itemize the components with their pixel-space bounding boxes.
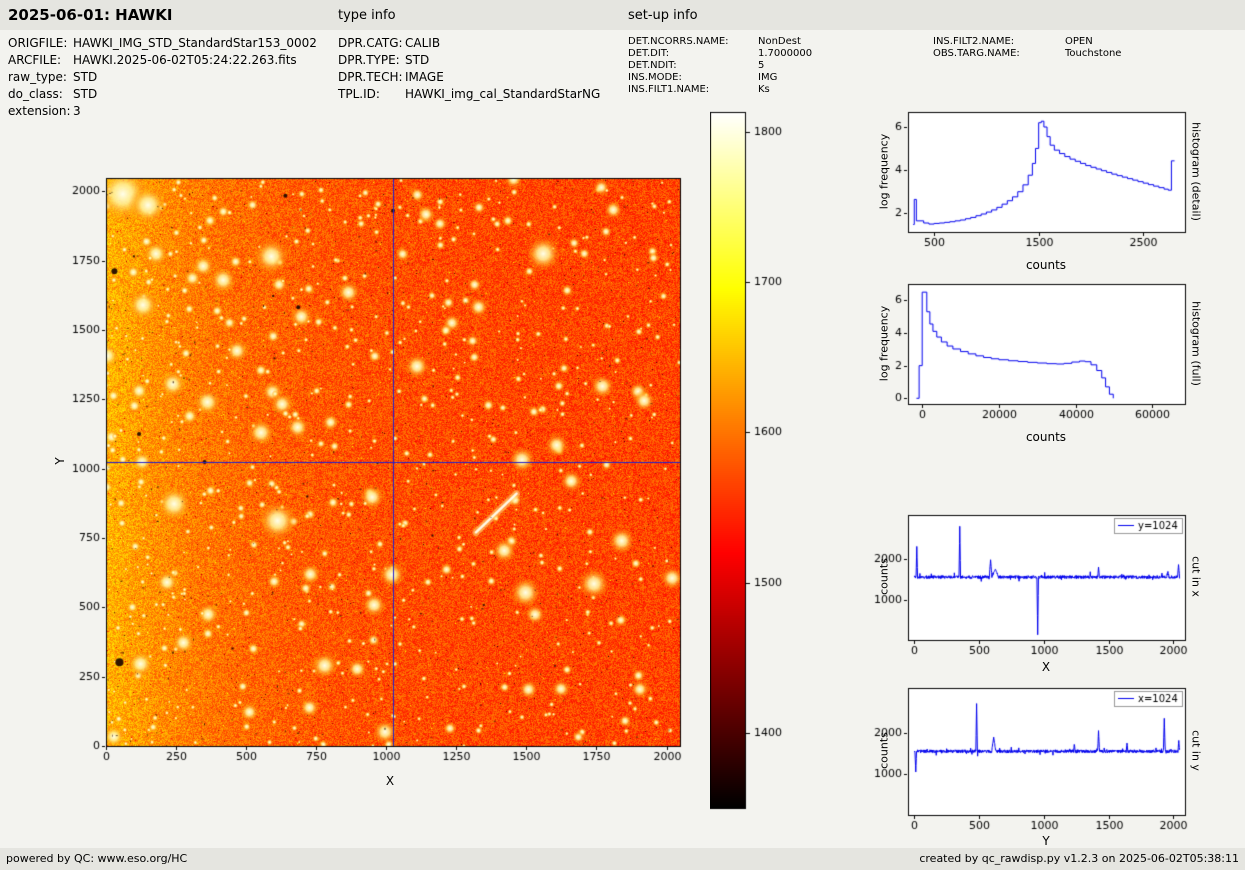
info-label: INS.FILT1.NAME: [628,84,758,96]
info-row: TPL.ID:HAWKI_img_cal_StandardStarNG [338,86,600,103]
info-row: DPR.TYPE:STD [338,52,600,69]
info-value: STD [73,87,97,101]
cut-x-right-label: cut in x [1190,537,1203,617]
cut-x-ylabel: counts [878,537,891,617]
info-row: DET.NDIT:5 [628,60,812,72]
info-value: 1.7000000 [758,48,812,59]
info-label: ORIGFILE: [8,35,73,52]
hist-detail-xlabel: counts [1006,258,1086,272]
type-info-heading: type info [338,8,396,23]
info-row: DPR.TECH:IMAGE [338,69,600,86]
header-bar: 2025-06-01: HAWKI type info set-up info [0,0,1245,30]
info-row: INS.FILT2.NAME:OPEN [933,36,1121,48]
info-value: 5 [758,60,764,71]
qc-report-page: 2025-06-01: HAWKI type info set-up info … [0,0,1245,870]
info-value: 3 [73,104,81,118]
cut-y-xlabel: Y [1016,834,1076,848]
info-value: HAWKI.2025-06-02T05:24:22.263.fits [73,53,297,67]
info-label: raw_type: [8,69,73,86]
hist-detail-ylabel: log frequency [878,122,891,222]
info-label: INS.MODE: [628,72,758,84]
info-label: DET.DIT: [628,48,758,60]
info-label: DET.NDIT: [628,60,758,72]
footer-bar: powered by QC: www.eso.org/HC created by… [0,848,1245,870]
info-value: NonDest [758,36,801,47]
colorbar-canvas [710,104,800,816]
footer-left-text: powered by QC: www.eso.org/HC [6,852,187,865]
info-value: OPEN [1065,36,1093,47]
info-value: STD [73,70,97,84]
info-value: Touchstone [1065,48,1121,59]
info-value: Ks [758,84,770,95]
cut-in-y-canvas [860,680,1205,850]
footer-right-text: created by qc_rawdisp.py v1.2.3 on 2025-… [919,852,1239,865]
info-label: INS.FILT2.NAME: [933,36,1065,48]
info-value: IMAGE [405,70,444,84]
info-value: HAWKI_img_cal_StandardStarNG [405,87,600,101]
info-row: INS.MODE:IMG [628,72,812,84]
page-title: 2025-06-01: HAWKI [8,6,172,24]
info-row: DET.DIT:1.7000000 [628,48,812,60]
type-info-block: DPR.CATG:CALIB DPR.TYPE:STD DPR.TECH:IMA… [338,35,600,103]
info-label: extension: [8,103,73,120]
info-label: DPR.TECH: [338,69,405,86]
raw-image-canvas [60,168,700,768]
cut-y-ylabel: counts [878,711,891,791]
cut-in-x-canvas [860,507,1205,675]
info-row: ARCFILE:HAWKI.2025-06-02T05:24:22.263.fi… [8,52,317,69]
cut-y-right-label: cut in y [1190,711,1203,791]
hist-detail-right-label: histogram (detail) [1190,117,1203,227]
hist-full-ylabel: log frequency [878,294,891,394]
info-row: DPR.CATG:CALIB [338,35,600,52]
hist-full-right-label: histogram (full) [1190,291,1203,397]
info-label: DET.NCORRS.NAME: [628,36,758,48]
info-row: DET.NCORRS.NAME:NonDest [628,36,812,48]
setup-info-col1: DET.NCORRS.NAME:NonDest DET.DIT:1.700000… [628,36,812,96]
info-row: do_class:STD [8,86,317,103]
setup-info-col2: INS.FILT2.NAME:OPEN OBS.TARG.NAME:Touchs… [933,36,1121,60]
main-xaxis-label: X [360,774,420,788]
histogram-detail-canvas [860,104,1205,264]
hist-full-xlabel: counts [1006,430,1086,444]
info-row: ORIGFILE:HAWKI_IMG_STD_StandardStar153_0… [8,35,317,52]
file-info-block: ORIGFILE:HAWKI_IMG_STD_StandardStar153_0… [8,35,317,120]
setup-info-heading: set-up info [628,8,698,23]
info-row: INS.FILT1.NAME:Ks [628,84,812,96]
info-value: STD [405,53,429,67]
info-label: DPR.TYPE: [338,52,405,69]
info-row: extension:3 [8,103,317,120]
info-value: IMG [758,72,777,83]
info-value: HAWKI_IMG_STD_StandardStar153_0002 [73,36,317,50]
cut-x-xlabel: X [1016,660,1076,674]
info-label: OBS.TARG.NAME: [933,48,1065,60]
main-yaxis-label: Y [53,441,67,481]
info-value: CALIB [405,36,440,50]
info-row: OBS.TARG.NAME:Touchstone [933,48,1121,60]
info-label: DPR.CATG: [338,35,405,52]
histogram-full-canvas [860,276,1205,436]
info-label: do_class: [8,86,73,103]
info-label: TPL.ID: [338,86,405,103]
info-row: raw_type:STD [8,69,317,86]
info-label: ARCFILE: [8,52,73,69]
